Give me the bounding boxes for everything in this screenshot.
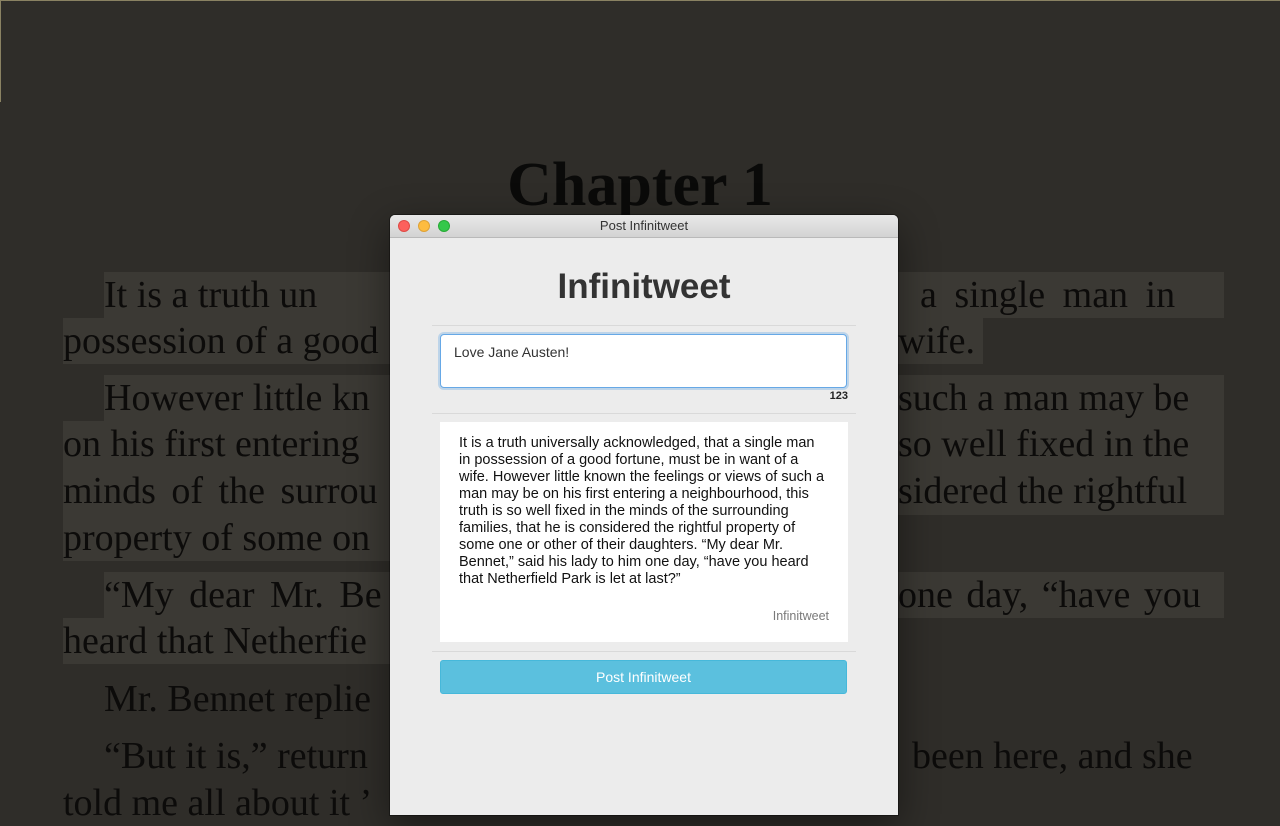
book-text-line: minds of the surrou — [63, 470, 378, 512]
book-text-line: heard that Netherfie — [63, 620, 367, 662]
book-text-line: such a man may be — [898, 377, 1190, 419]
book-text-line: property of some on — [63, 517, 371, 559]
book-text-line: so well fixed in the — [898, 423, 1190, 465]
divider — [432, 325, 856, 326]
book-text-line: It is a truth un — [104, 274, 318, 316]
book-text-line: However little kn — [104, 377, 370, 419]
chapter-title: Chapter 1 — [507, 151, 773, 219]
book-text-line: “My dear Mr. Be — [104, 574, 382, 616]
post-infinitweet-window: Post Infinitweet Infinitweet Love Jane A… — [390, 215, 898, 815]
book-text-line: on his first entering — [63, 423, 360, 465]
post-infinitweet-button[interactable]: Post Infinitweet — [440, 660, 847, 694]
book-text-line: been here, and she — [912, 735, 1193, 777]
infinitweet-preview: It is a truth universally acknowledged, … — [440, 422, 848, 642]
preview-text: It is a truth universally acknowledged, … — [459, 435, 825, 587]
divider — [432, 651, 856, 652]
character-count: 123 — [829, 390, 848, 402]
book-text-line: told me all about it ’ — [63, 782, 373, 824]
book-text-line: a single man in — [920, 274, 1176, 316]
window-titlebar[interactable]: Post Infinitweet — [390, 215, 898, 238]
book-text-line: Mr. Bennet replie — [104, 678, 371, 720]
divider — [432, 413, 856, 414]
preview-watermark: Infinitweet — [772, 609, 829, 623]
book-text-line: sidered the rightful — [898, 470, 1188, 512]
app-heading: Infinitweet — [557, 267, 731, 306]
window-title: Post Infinitweet — [599, 218, 689, 233]
book-text-line: wife. — [898, 320, 976, 362]
book-text-line: one day, “have you — [898, 574, 1201, 616]
book-text-line: possession of a good — [63, 320, 379, 362]
book-text-line: “But it is,” return — [104, 735, 368, 777]
tweet-input[interactable]: Love Jane Austen! — [440, 334, 847, 388]
